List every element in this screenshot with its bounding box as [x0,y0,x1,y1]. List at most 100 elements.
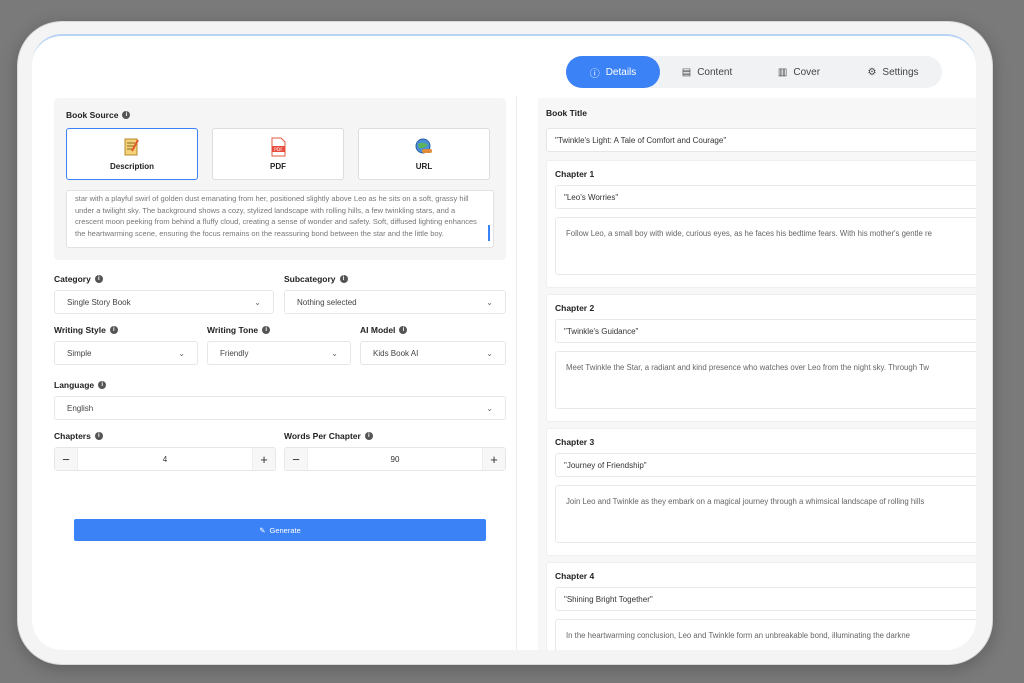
book-title-input[interactable]: "Twinkle's Light: A Tale of Comfort and … [546,128,976,152]
book-source-section: Book Source i Description PDF PDF URL st… [54,98,506,260]
chapter-body-textarea[interactable]: In the heartwarming conclusion, Leo and … [555,619,976,650]
description-text: star with a playful swirl of golden dust… [75,194,477,238]
chevron-down-icon: ⌄ [331,348,338,358]
tab-settings-label: Settings [882,66,919,78]
category-select[interactable]: Single Story Book ⌄ [54,290,274,314]
info-icon[interactable]: i [399,326,408,334]
category-label: Category i [54,274,103,284]
chapter-card: Chapter 1 "Leo's Worries" Follow Leo, a … [546,160,976,288]
book-source-label: Book Source i [66,110,131,120]
chapter-title-input[interactable]: "Twinkle's Guidance" [555,319,976,343]
chapters-stepper: − 4 + [54,447,276,471]
info-icon[interactable]: i [122,111,131,119]
chevron-down-icon: ⌄ [486,348,493,358]
tab-details-label: Details [605,66,637,78]
book-source-label-text: Book Source [66,110,119,120]
chapters-label-text: Chapters [54,431,91,441]
chapters-increment-button[interactable]: + [253,448,275,470]
svg-text:PDF: PDF [274,147,283,153]
url-icon [415,138,432,154]
chapter-card: Chapter 4 "Shining Bright Together" In t… [546,562,976,650]
info-icon[interactable]: i [339,275,348,283]
chapters-label: Chapters i [54,431,103,441]
chapter-card: Chapter 2 "Twinkle's Guidance" Meet Twin… [546,294,976,422]
chevron-down-icon: ⌄ [486,297,493,307]
chapter-title-input[interactable]: "Leo's Worries" [555,185,976,209]
source-pdf-button[interactable]: PDF PDF [212,128,344,180]
tab-content-label: Content [697,66,733,78]
words-per-chapter-stepper: − 90 + [284,447,506,471]
magic-wand-icon: ✎ [259,525,266,535]
tab-cover[interactable]: ▥ Cover [754,56,844,88]
chapter-title-input[interactable]: "Journey of Friendship" [555,453,976,477]
tab-details[interactable]: ⓘ Details [566,56,660,88]
chapter-body-textarea[interactable]: Join Leo and Twinkle as they embark on a… [555,485,976,543]
pdf-icon: PDF [271,137,286,157]
book-icon: ▥ [777,66,788,78]
chapter-title-input[interactable]: "Shining Bright Together" [555,587,976,611]
writing-style-select[interactable]: Simple ⌄ [54,341,198,365]
chapter-card: Chapter 3 "Journey of Friendship" Join L… [546,428,976,556]
chapter-body-textarea[interactable]: Meet Twinkle the Star, a radiant and kin… [555,351,976,409]
description-textarea[interactable]: star with a playful swirl of golden dust… [66,190,494,248]
words-per-chapter-value[interactable]: 90 [307,448,483,470]
app-screen: ⓘ Details ▤ Content ▥ Cover ⚙ Settings B… [32,34,976,650]
subcategory-select[interactable]: Nothing selected ⌄ [284,290,506,314]
tab-content[interactable]: ▤ Content [660,56,754,88]
document-icon: ▤ [681,66,692,78]
chapter-label: Chapter 3 [555,437,595,447]
panel-divider [516,96,517,650]
info-icon[interactable]: i [94,275,103,283]
subcategory-value: Nothing selected [297,297,357,307]
source-description-label: Description [109,162,154,171]
description-icon [124,138,139,156]
chevron-down-icon: ⌄ [486,403,493,413]
info-icon[interactable]: i [94,432,103,440]
info-icon: ⓘ [589,68,600,80]
settings-panel: Book Source i Description PDF PDF URL st… [54,98,506,650]
category-value: Single Story Book [67,297,131,307]
language-value: English [67,403,94,413]
ai-model-select[interactable]: Kids Book AI ⌄ [360,341,506,365]
book-title-label: Book Title [546,108,587,118]
writing-style-label-text: Writing Style [54,325,106,335]
generate-button[interactable]: ✎ Generate [74,519,486,541]
writing-tone-select[interactable]: Friendly ⌄ [207,341,351,365]
writing-tone-label: Writing Tone i [207,325,271,335]
source-url-button[interactable]: URL [358,128,490,180]
source-pdf-label: PDF [270,162,286,171]
subcategory-label: Subcategory i [284,274,348,284]
category-label-text: Category [54,274,91,284]
chapter-label: Chapter 4 [555,571,595,581]
writing-style-label: Writing Style i [54,325,118,335]
language-label-text: Language [54,380,95,390]
chapter-label: Chapter 1 [555,169,595,179]
subcategory-label-text: Subcategory [284,274,336,284]
chapters-value[interactable]: 4 [77,448,253,470]
writing-style-value: Simple [67,348,92,358]
words-increment-button[interactable]: + [483,448,505,470]
language-select[interactable]: English ⌄ [54,396,506,420]
info-icon[interactable]: i [109,326,118,334]
chapter-body-textarea[interactable]: Follow Leo, a small boy with wide, curio… [555,217,976,275]
chevron-down-icon: ⌄ [254,297,261,307]
source-options: Description PDF PDF URL [66,128,490,180]
info-icon[interactable]: i [364,432,373,440]
generate-label: Generate [269,525,301,535]
device-frame: ⓘ Details ▤ Content ▥ Cover ⚙ Settings B… [18,22,992,664]
chapters-decrement-button[interactable]: − [55,448,77,470]
gear-icon: ⚙ [867,66,877,78]
ai-model-value: Kids Book AI [373,348,419,358]
textarea-scrollbar[interactable] [488,225,490,241]
book-preview-panel: Book Title "Twinkle's Light: A Tale of C… [538,98,976,650]
words-per-chapter-label: Words Per Chapter i [284,431,373,441]
source-description-button[interactable]: Description [66,128,198,180]
info-icon[interactable]: i [98,381,107,389]
words-decrement-button[interactable]: − [285,448,307,470]
chapter-label: Chapter 2 [555,303,595,313]
tab-settings[interactable]: ⚙ Settings [844,56,942,88]
info-icon[interactable]: i [262,326,271,334]
tab-cover-label: Cover [793,66,821,78]
ai-model-label-text: AI Model [360,325,396,335]
tab-bar: ⓘ Details ▤ Content ▥ Cover ⚙ Settings [566,56,942,88]
